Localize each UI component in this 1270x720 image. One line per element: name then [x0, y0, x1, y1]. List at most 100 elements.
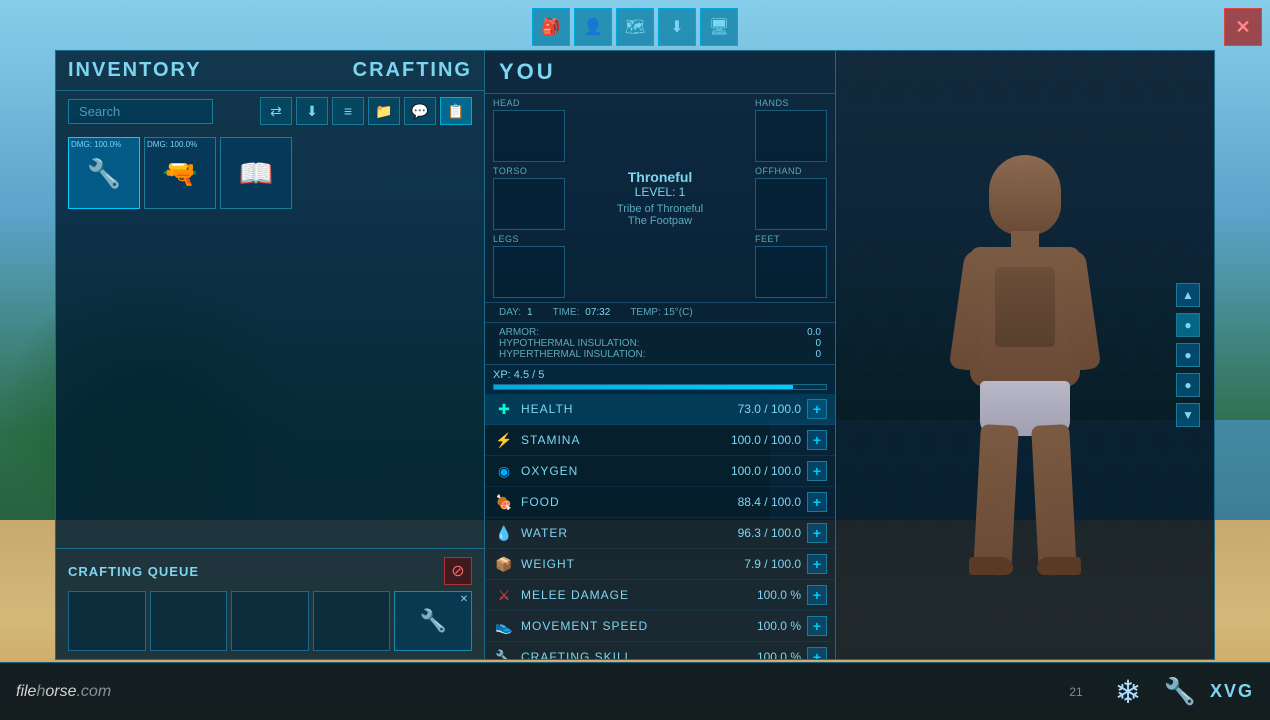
chat-icon-btn[interactable]: 💬: [404, 97, 436, 125]
stat-value-2: 100.0 / 100.0: [731, 464, 801, 478]
right-panel: ▲ ● ● ● ▼: [835, 50, 1215, 660]
snowflake-icon[interactable]: ❄: [1106, 670, 1150, 714]
stat-row-crafting-skill[interactable]: 🔧 CRAFTING SKILL 100.0 % +: [485, 642, 835, 660]
equip-hands: HANDS: [755, 98, 827, 162]
icon-buttons: ⇄ ⬇ ≡ 📁 💬 📋: [260, 97, 472, 125]
time-value: 07:32: [585, 307, 610, 318]
stat-name-5: WEIGHT: [521, 557, 744, 571]
char-name: Throneful: [628, 169, 693, 185]
armor-row: ARMOR: 0.0: [499, 327, 821, 338]
stat-plus-0[interactable]: +: [807, 399, 827, 419]
armor-value: 0.0: [807, 327, 821, 338]
hands-label: HANDS: [755, 98, 827, 108]
character-body: [955, 155, 1095, 575]
stat-icon-2: ◉: [493, 460, 515, 482]
scroll-dot-1[interactable]: ●: [1176, 313, 1200, 337]
transfer-icon-btn[interactable]: ⇄: [260, 97, 292, 125]
scroll-dot-3[interactable]: ●: [1176, 373, 1200, 397]
notes-icon-btn[interactable]: 📋: [440, 97, 472, 125]
queue-title: CRAFTING QUEUE: [68, 564, 199, 579]
torso-label: TORSO: [493, 166, 573, 176]
wrench-icon-bottom[interactable]: 🔧: [1158, 670, 1202, 714]
toolbar-btn-screen[interactable]: 🖥: [700, 8, 738, 46]
inventory-item-0[interactable]: DMG: 100.0% 🔧: [68, 137, 140, 209]
stat-icon-8: 🔧: [493, 646, 515, 660]
day-label: DAY:: [499, 307, 521, 318]
scroll-down-arrow[interactable]: ▼: [1176, 403, 1200, 427]
scroll-dot-2[interactable]: ●: [1176, 343, 1200, 367]
queue-header: CRAFTING QUEUE ⊘: [68, 557, 472, 585]
stat-plus-7[interactable]: +: [807, 616, 827, 636]
env-row: DAY: 1 TIME: 07:32 TEMP: 15°(C): [499, 307, 821, 318]
stat-name-3: FOOD: [521, 495, 738, 509]
toolbar-btn-character[interactable]: 👤: [574, 8, 612, 46]
hypo-label: HYPOTHERMAL INSULATION:: [499, 338, 640, 349]
left-panel: INVENTORY CRAFTING ⇄ ⬇ ≡ 📁 💬 📋 DMG: 100.…: [55, 50, 485, 660]
queue-slots: ✕ 🔧: [68, 591, 472, 651]
env-day: DAY: 1: [499, 307, 533, 318]
stat-row-water[interactable]: 💧 WATER 96.3 / 100.0 +: [485, 518, 835, 549]
queue-slot-3[interactable]: [313, 591, 391, 651]
character-model: [915, 105, 1135, 605]
stat-row-health[interactable]: ✚ HEALTH 73.0 / 100.0 +: [485, 394, 835, 425]
queue-slot-0[interactable]: [68, 591, 146, 651]
inventory-item-2[interactable]: 📖: [220, 137, 292, 209]
stat-plus-6[interactable]: +: [807, 585, 827, 605]
hypo-row: HYPOTHERMAL INSULATION: 0: [499, 338, 821, 349]
inventory-item-1[interactable]: DMG: 100.0% 🔫: [144, 137, 216, 209]
stat-plus-3[interactable]: +: [807, 492, 827, 512]
queue-slot-4[interactable]: ✕ 🔧: [394, 591, 472, 651]
char-sub: The Footpaw: [628, 215, 692, 227]
xvg-label: XVG: [1210, 670, 1254, 714]
stat-row-food[interactable]: 🍖 FOOD 88.4 / 100.0 +: [485, 487, 835, 518]
stat-value-3: 88.4 / 100.0: [738, 495, 801, 509]
character-foot-left: [969, 557, 1013, 575]
stat-plus-5[interactable]: +: [807, 554, 827, 574]
day-value: 1: [527, 307, 533, 318]
stat-plus-8[interactable]: +: [807, 647, 827, 660]
toolbar-btn-download[interactable]: ⬇: [658, 8, 696, 46]
feet-slot[interactable]: [755, 246, 827, 298]
close-button[interactable]: ✕: [1224, 8, 1262, 46]
stat-row-stamina[interactable]: ⚡ STAMINA 100.0 / 100.0 +: [485, 425, 835, 456]
hands-slot[interactable]: [755, 110, 827, 162]
queue-cancel-button[interactable]: ⊘: [444, 557, 472, 585]
torso-slot[interactable]: [493, 178, 565, 230]
xp-bar-fill: [494, 385, 793, 389]
stat-name-7: MOVEMENT SPEED: [521, 619, 757, 633]
stat-name-4: WATER: [521, 526, 738, 540]
queue-slot-close-icon[interactable]: ✕: [457, 592, 471, 606]
stats-list: ✚ HEALTH 73.0 / 100.0 + ⚡ STAMINA 100.0 …: [485, 394, 835, 660]
stat-name-8: CRAFTING SKILL: [521, 650, 757, 660]
stat-row-movement-speed[interactable]: 👟 MOVEMENT SPEED 100.0 % +: [485, 611, 835, 642]
stat-plus-1[interactable]: +: [807, 430, 827, 450]
item-icon-1: 🔫: [163, 157, 198, 190]
bottom-icons: 21 ❄ 🔧 XVG: [1054, 670, 1254, 714]
queue-slot-2[interactable]: [231, 591, 309, 651]
queue-slot-1[interactable]: [150, 591, 228, 651]
scroll-up-arrow[interactable]: ▲: [1176, 283, 1200, 307]
temp-label: TEMP: 15°(C): [630, 307, 692, 318]
toolbar-btn-inventory[interactable]: 🎒: [532, 8, 570, 46]
drop-icon-btn[interactable]: ⬇: [296, 97, 328, 125]
stat-plus-2[interactable]: +: [807, 461, 827, 481]
toolbar-btn-map[interactable]: 🗺: [616, 8, 654, 46]
stat-value-8: 100.0 %: [757, 650, 801, 660]
head-label: HEAD: [493, 98, 573, 108]
stat-row-melee-damage[interactable]: ⚔ MELEE DAMAGE 100.0 % +: [485, 580, 835, 611]
equip-right: HANDS OFFHAND FEET: [747, 98, 827, 298]
stat-plus-4[interactable]: +: [807, 523, 827, 543]
equip-feet: FEET: [755, 234, 827, 298]
equip-left: HEAD TORSO LEGS: [493, 98, 573, 298]
hyper-label: HYPERTHERMAL INSULATION:: [499, 349, 646, 360]
middle-panel: YOU HEAD TORSO LEGS Thr: [485, 50, 835, 660]
search-input[interactable]: [68, 99, 213, 124]
head-slot[interactable]: [493, 110, 565, 162]
legs-slot[interactable]: [493, 246, 565, 298]
stat-row-weight[interactable]: 📦 WEIGHT 7.9 / 100.0 +: [485, 549, 835, 580]
offhand-slot[interactable]: [755, 178, 827, 230]
stat-row-oxygen[interactable]: ◉ OXYGEN 100.0 / 100.0 +: [485, 456, 835, 487]
list-icon-btn[interactable]: ≡: [332, 97, 364, 125]
folder-icon-btn[interactable]: 📁: [368, 97, 400, 125]
stat-value-4: 96.3 / 100.0: [738, 526, 801, 540]
